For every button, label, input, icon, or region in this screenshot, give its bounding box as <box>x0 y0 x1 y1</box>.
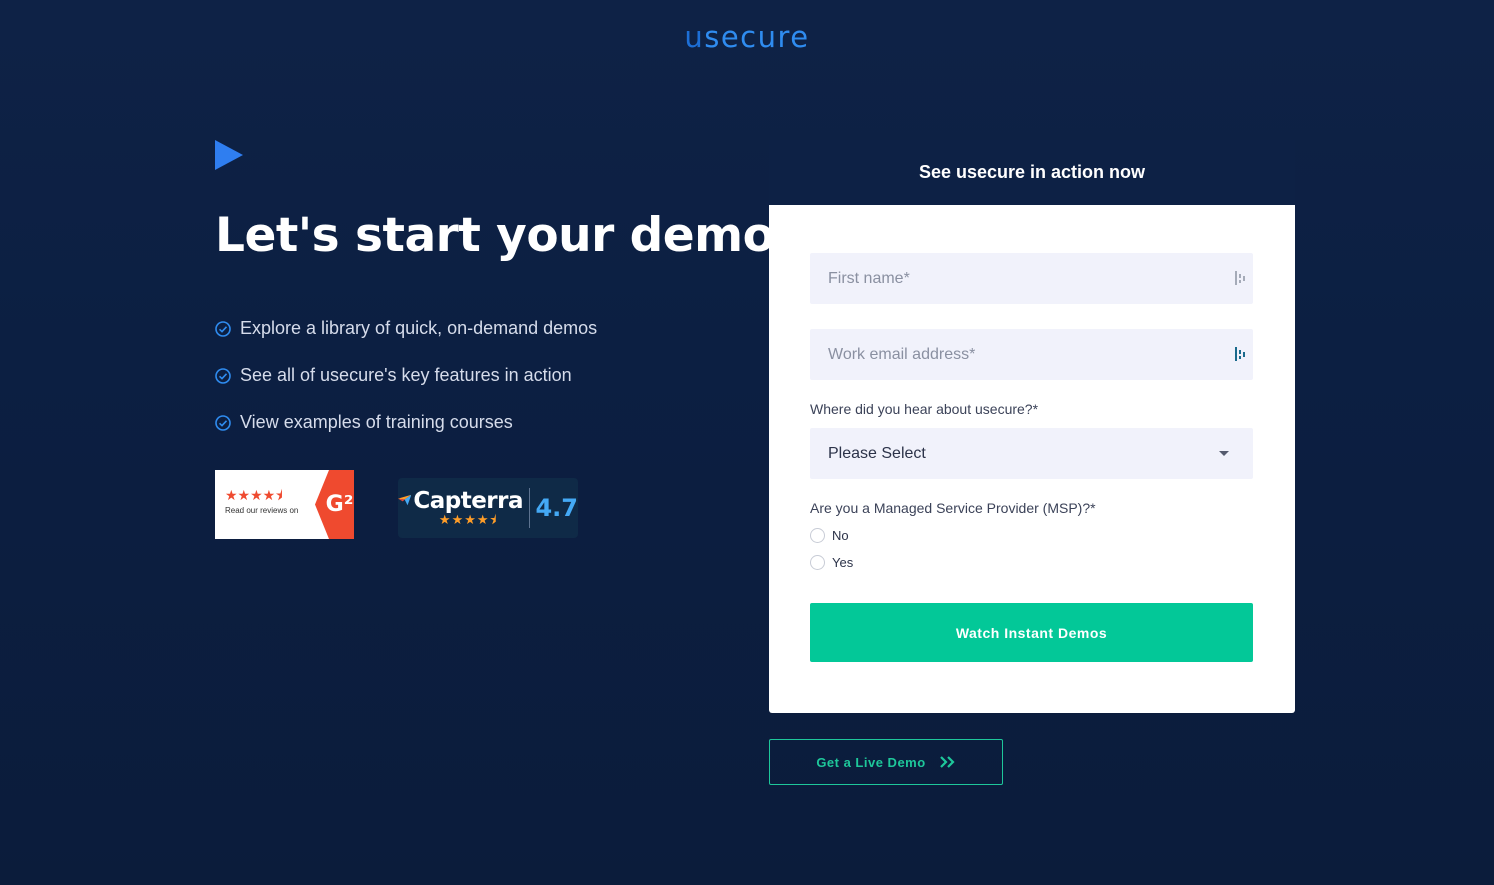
chevron-down-icon <box>1219 451 1229 456</box>
check-circle-icon <box>215 320 231 337</box>
capterra-arrow-icon <box>398 494 412 506</box>
capterra-rating: 4.7 <box>535 494 578 522</box>
check-circle-icon <box>215 414 231 431</box>
source-select[interactable]: Please Select <box>810 428 1253 479</box>
g2-logo: G² <box>325 492 354 517</box>
radio-no[interactable] <box>810 528 825 543</box>
usecure-logo[interactable]: usecure <box>0 20 1494 54</box>
feature-text: See all of usecure's key features in act… <box>240 365 572 385</box>
radio-no-label: No <box>832 528 849 543</box>
feature-item: Explore a library of quick, on-demand de… <box>215 305 597 352</box>
feature-item: View examples of training courses <box>215 399 597 446</box>
source-label: Where did you hear about usecure?* <box>810 401 1039 417</box>
msp-option-yes[interactable]: Yes <box>810 555 853 570</box>
msp-option-no[interactable]: No <box>810 528 849 543</box>
first-name-input[interactable]: First name* <box>810 253 1253 304</box>
capterra-name: Capterra <box>413 488 524 514</box>
g2-review-badge[interactable]: ★★★★⯨ Read our reviews on G² <box>215 470 354 539</box>
watch-demos-button[interactable]: Watch Instant Demos <box>810 603 1253 662</box>
feature-text: View examples of training courses <box>240 412 513 432</box>
autofill-icon[interactable] <box>1235 271 1245 285</box>
hero-title: Let's start your demo <box>215 208 775 263</box>
radio-yes[interactable] <box>810 555 825 570</box>
form-header: See usecure in action now <box>769 140 1295 205</box>
capterra-review-badge[interactable]: Capterra ★★★★⯨ 4.7 <box>398 478 578 538</box>
g2-stars: ★★★★⯨ <box>225 487 283 503</box>
radio-yes-label: Yes <box>832 555 854 570</box>
g2-text: Read our reviews on <box>225 506 299 515</box>
feature-item: See all of usecure's key features in act… <box>215 352 597 399</box>
live-demo-label: Get a Live Demo <box>816 754 926 770</box>
double-chevron-right-icon <box>939 756 955 768</box>
play-icon <box>215 140 243 170</box>
capterra-stars: ★★★★⯨ <box>438 512 498 527</box>
first-name-placeholder: First name* <box>828 269 910 287</box>
feature-text: Explore a library of quick, on-demand de… <box>240 318 598 338</box>
check-circle-icon <box>215 367 231 384</box>
source-select-value: Please Select <box>828 444 926 462</box>
demo-form: First name* Work email address* Where di… <box>769 205 1295 713</box>
email-placeholder: Work email address* <box>828 345 976 363</box>
email-input[interactable]: Work email address* <box>810 329 1253 380</box>
feature-list: Explore a library of quick, on-demand de… <box>215 305 597 446</box>
autofill-icon[interactable] <box>1235 347 1245 361</box>
msp-label: Are you a Managed Service Provider (MSP)… <box>810 500 1096 516</box>
live-demo-button[interactable]: Get a Live Demo <box>769 739 1003 785</box>
